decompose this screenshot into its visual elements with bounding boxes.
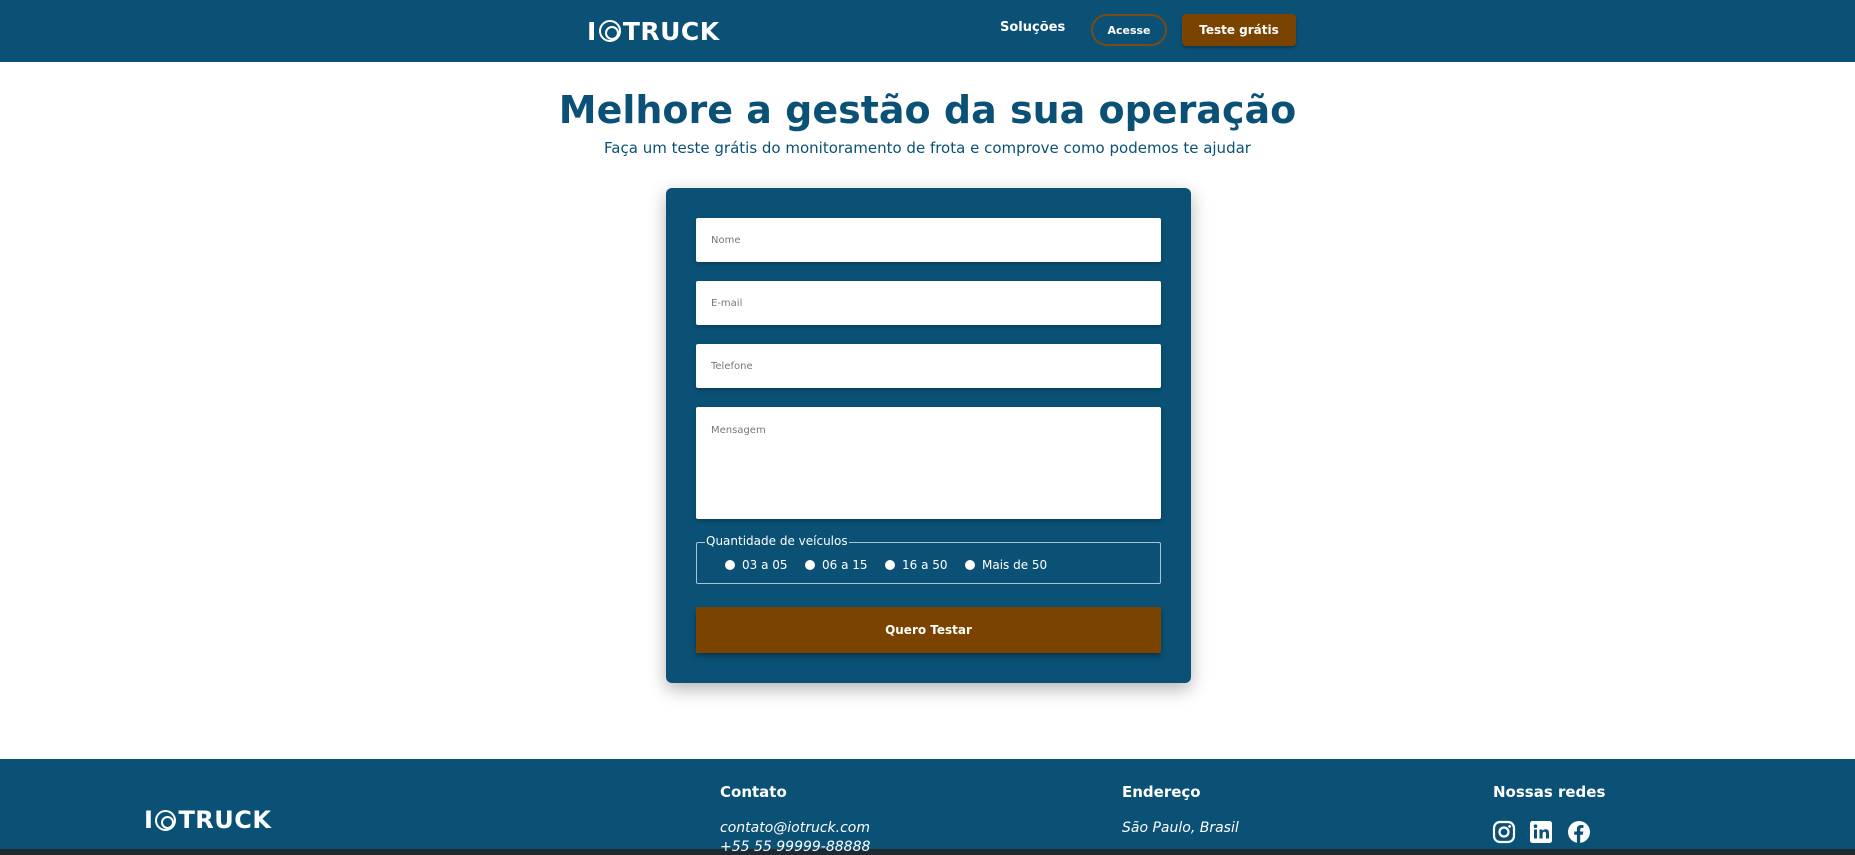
fleet-option-label: 03 a 05 <box>742 558 788 572</box>
logo-word-truck: TRUCK <box>622 16 720 46</box>
footer-logo[interactable]: I TRUCK <box>144 805 272 835</box>
wheel-logo-icon <box>598 20 621 42</box>
footer-bottom-bar <box>0 849 1855 855</box>
logo-letter-i: I <box>587 16 597 46</box>
radio-icon[interactable] <box>885 560 895 570</box>
fleet-option-06-15[interactable]: 06 a 15 <box>805 558 868 572</box>
instagram-icon[interactable] <box>1492 820 1516 844</box>
fleet-option-label: Mais de 50 <box>982 558 1048 572</box>
wheel-logo-icon <box>155 809 177 831</box>
phone-field[interactable] <box>696 344 1161 388</box>
acesse-button[interactable]: Acesse <box>1091 14 1167 46</box>
fleet-size-legend: Quantidade de veículos <box>705 534 849 548</box>
fleet-option-label: 16 a 50 <box>902 558 948 572</box>
footer-email-link[interactable]: contato@iotruck.com <box>720 820 870 836</box>
free-trial-button[interactable]: Teste grátis <box>1182 14 1296 46</box>
footer-redes-title: Nossas redes <box>1493 783 1606 801</box>
footer-endereco-title: Endereço <box>1122 783 1201 801</box>
radio-icon[interactable] <box>805 560 815 570</box>
linkedin-icon[interactable] <box>1529 820 1553 844</box>
footer-contato-title: Contato <box>720 783 787 801</box>
facebook-icon[interactable] <box>1567 820 1591 844</box>
footer-phone-link[interactable]: +55 55 99999-88888 <box>720 839 870 855</box>
trial-form-card: Quantidade de veículos 03 a 05 06 a 15 1… <box>666 188 1191 683</box>
email-field[interactable] <box>696 281 1161 325</box>
fleet-option-03-05[interactable]: 03 a 05 <box>725 558 788 572</box>
logo-word-truck: TRUCK <box>178 806 272 834</box>
page-title: Melhore a gestão da sua operação <box>558 88 1297 132</box>
submit-button[interactable]: Quero Testar <box>696 607 1161 653</box>
radio-icon[interactable] <box>965 560 975 570</box>
message-field[interactable] <box>696 407 1161 519</box>
nav-solucoes[interactable]: Soluções <box>1000 20 1065 40</box>
top-navbar <box>0 0 1855 62</box>
page-subtitle: Faça um teste grátis do monitoramento de… <box>604 139 1251 157</box>
name-field[interactable] <box>696 218 1161 262</box>
fleet-option-16-50[interactable]: 16 a 50 <box>885 558 948 572</box>
header-logo[interactable]: I TRUCK <box>587 16 720 46</box>
fleet-size-fieldset: Quantidade de veículos 03 a 05 06 a 15 1… <box>696 534 1161 584</box>
footer-address: São Paulo, Brasil <box>1122 820 1239 836</box>
fleet-option-mais-50[interactable]: Mais de 50 <box>965 558 1047 572</box>
logo-letter-i: I <box>144 806 154 834</box>
fleet-option-label: 06 a 15 <box>822 558 868 572</box>
radio-icon[interactable] <box>725 560 735 570</box>
